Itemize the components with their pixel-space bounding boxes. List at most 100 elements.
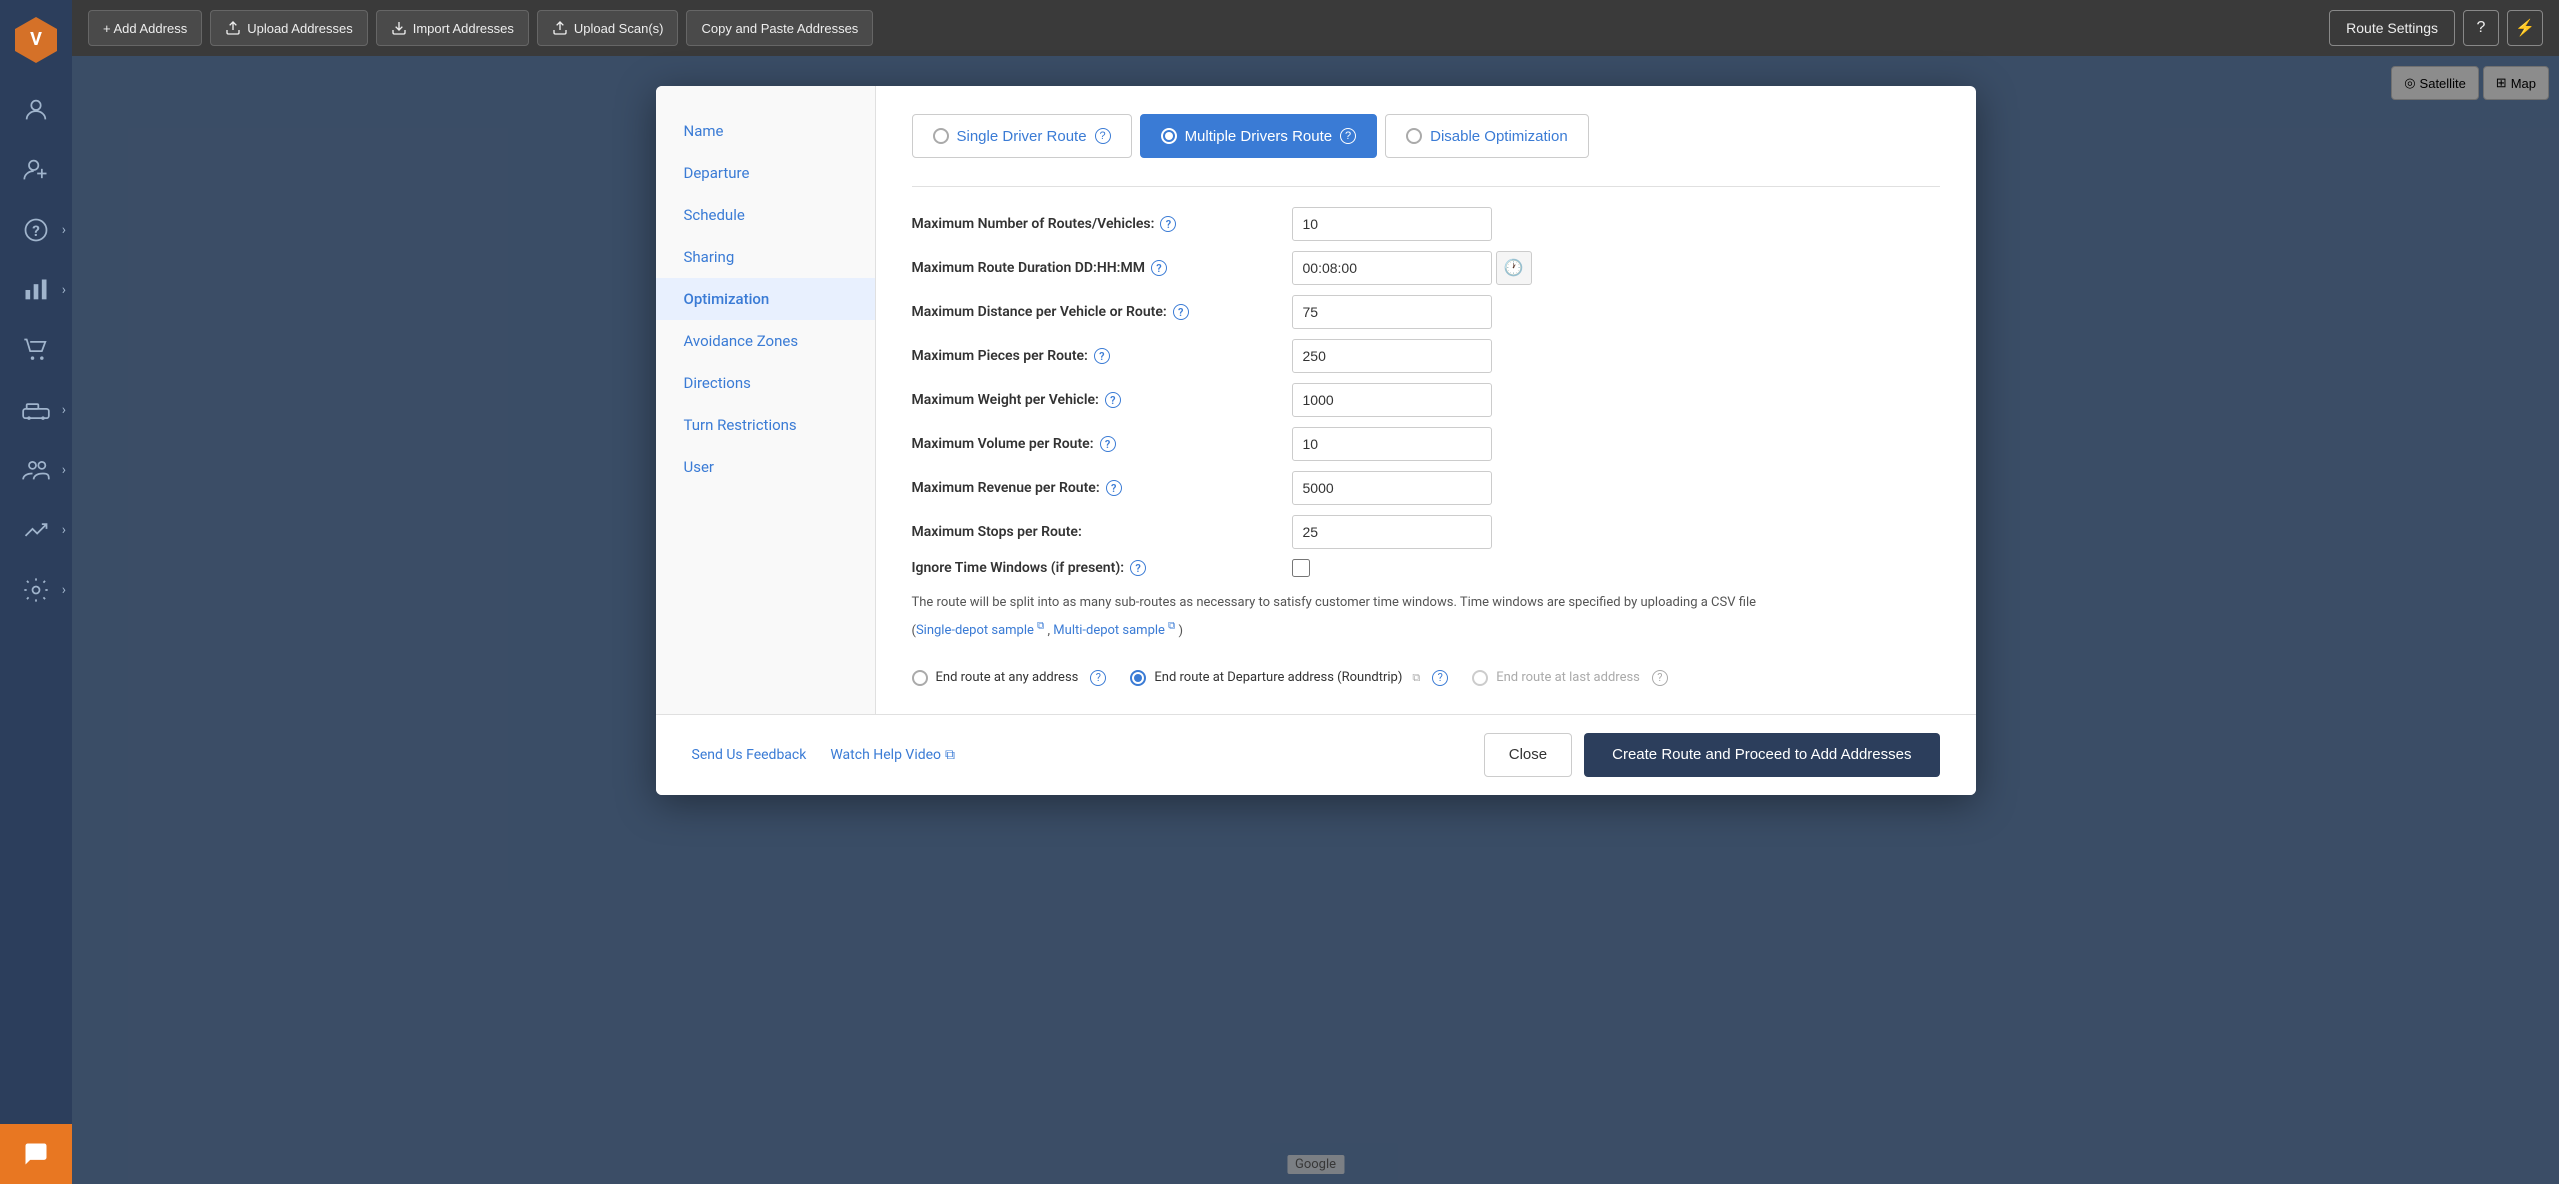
fleet-icon (22, 396, 50, 424)
sidebar-item-help[interactable]: ? (0, 200, 72, 260)
end-departure-label: End route at Departure address (Roundtri… (1154, 670, 1402, 685)
nav-item-optimization[interactable]: Optimization (656, 278, 875, 320)
end-last-label: End route at last address (1496, 670, 1640, 685)
ignore-time-windows-checkbox[interactable] (1292, 559, 1310, 577)
chat-icon (22, 1140, 50, 1168)
max-pieces-help-icon[interactable]: ? (1094, 348, 1110, 364)
max-routes-help-icon[interactable]: ? (1160, 216, 1176, 232)
sidebar-item-team[interactable] (0, 440, 72, 500)
nav-item-schedule[interactable]: Schedule (656, 194, 875, 236)
max-duration-field: Maximum Route Duration DD:HH:MM ? 🕐 (912, 251, 1940, 285)
ignore-time-windows-field: Ignore Time Windows (if present): ? (912, 559, 1940, 577)
nav-item-avoidance-zones[interactable]: Avoidance Zones (656, 320, 875, 362)
send-feedback-link[interactable]: Send Us Feedback (692, 747, 807, 763)
modal: Name Departure Schedule Sharing Optimiza… (656, 86, 1976, 795)
single-driver-radio (933, 128, 949, 144)
end-route-last-option: End route at last address ? (1472, 670, 1668, 686)
max-weight-field: Maximum Weight per Vehicle: ? (912, 383, 1940, 417)
nav-item-departure[interactable]: Departure (656, 152, 875, 194)
sidebar-bottom (0, 1124, 72, 1184)
upload-scans-button[interactable]: Upload Scan(s) (537, 10, 679, 46)
sidebar-item-analytics[interactable] (0, 260, 72, 320)
footer-links: Send Us Feedback Watch Help Video ⧉ (692, 747, 956, 763)
max-volume-help-icon[interactable]: ? (1100, 436, 1116, 452)
logo[interactable]: V (0, 0, 72, 80)
max-stops-field: Maximum Stops per Route: (912, 515, 1940, 549)
upload-addresses-button[interactable]: Upload Addresses (210, 10, 368, 46)
end-last-help-icon[interactable]: ? (1652, 670, 1668, 686)
route-settings-button[interactable]: Route Settings (2329, 10, 2455, 46)
disable-optimization-tab[interactable]: Disable Optimization (1385, 114, 1589, 158)
clock-button[interactable]: 🕐 (1496, 251, 1532, 285)
max-volume-input[interactable] (1292, 427, 1492, 461)
max-distance-input[interactable] (1292, 295, 1492, 329)
ignore-time-help-icon[interactable]: ? (1130, 560, 1146, 576)
max-revenue-help-icon[interactable]: ? (1106, 480, 1122, 496)
nav-item-turn-restrictions[interactable]: Turn Restrictions (656, 404, 875, 446)
team-icon (22, 456, 50, 484)
end-last-radio (1472, 670, 1488, 686)
end-departure-help-icon[interactable]: ? (1432, 670, 1448, 686)
max-stops-input[interactable] (1292, 515, 1492, 549)
max-routes-input[interactable] (1292, 207, 1492, 241)
create-route-button[interactable]: Create Route and Proceed to Add Addresse… (1584, 733, 1939, 777)
max-duration-input[interactable] (1292, 251, 1492, 285)
nav-item-user[interactable]: User (656, 446, 875, 488)
end-route-departure-option[interactable]: End route at Departure address (Roundtri… (1130, 670, 1448, 686)
max-duration-help-icon[interactable]: ? (1151, 260, 1167, 276)
import-icon (391, 20, 407, 36)
multiple-drivers-tab[interactable]: Multiple Drivers Route ? (1140, 114, 1378, 158)
import-addresses-button[interactable]: Import Addresses (376, 10, 529, 46)
nav-item-directions[interactable]: Directions (656, 362, 875, 404)
max-pieces-input[interactable] (1292, 339, 1492, 373)
max-weight-input[interactable] (1292, 383, 1492, 417)
end-route-section: End route at any address ? End route at … (912, 670, 1940, 686)
max-revenue-input[interactable] (1292, 471, 1492, 505)
add-address-button[interactable]: + Add Address (88, 10, 202, 46)
multi-depot-link[interactable]: Multi-depot sample ⧉ (1053, 623, 1175, 638)
info-text: The route will be split into as many sub… (912, 593, 1940, 613)
lightning-button[interactable]: ⚡ (2507, 10, 2543, 46)
close-button[interactable]: Close (1484, 733, 1572, 777)
sidebar: V ? (0, 0, 72, 1184)
svg-text:V: V (30, 29, 42, 50)
nav-item-name[interactable]: Name (656, 110, 875, 152)
copy-paste-button[interactable]: Copy and Paste Addresses (686, 10, 873, 46)
watch-video-link[interactable]: Watch Help Video ⧉ (830, 747, 955, 763)
form-divider (912, 186, 1940, 187)
end-any-label: End route at any address (936, 670, 1079, 685)
help-icon: ? (22, 216, 50, 244)
add-user-icon (22, 156, 50, 184)
roundtrip-icon: ⧉ (1412, 671, 1420, 685)
multiple-drivers-radio (1161, 128, 1177, 144)
app-logo-icon: V (13, 15, 59, 65)
end-departure-radio (1130, 670, 1146, 686)
sidebar-item-growth[interactable] (0, 500, 72, 560)
sidebar-item-user[interactable] (0, 80, 72, 140)
upload-icon (225, 20, 241, 36)
sidebar-item-add-user[interactable] (0, 140, 72, 200)
max-distance-help-icon[interactable]: ? (1173, 304, 1189, 320)
end-route-any-option[interactable]: End route at any address ? (912, 670, 1107, 686)
nav-item-sharing[interactable]: Sharing (656, 236, 875, 278)
end-any-help-icon[interactable]: ? (1090, 670, 1106, 686)
max-revenue-field: Maximum Revenue per Route: ? (912, 471, 1940, 505)
sidebar-item-settings[interactable] (0, 560, 72, 620)
single-depot-link-icon: ⧉ (1037, 621, 1044, 632)
multi-depot-link-icon: ⧉ (1168, 621, 1175, 632)
sidebar-item-cart[interactable] (0, 320, 72, 380)
sidebar-item-fleet[interactable] (0, 380, 72, 440)
single-driver-help-icon[interactable]: ? (1095, 128, 1111, 144)
footer-actions: Close Create Route and Proceed to Add Ad… (1484, 733, 1940, 777)
scan-upload-icon (552, 20, 568, 36)
single-driver-tab[interactable]: Single Driver Route ? (912, 114, 1132, 158)
chat-button[interactable] (0, 1124, 72, 1184)
growth-icon (22, 516, 50, 544)
topbar-right: Route Settings ? ⚡ (2329, 10, 2543, 46)
max-weight-help-icon[interactable]: ? (1105, 392, 1121, 408)
single-depot-link[interactable]: Single-depot sample ⧉ (916, 623, 1044, 638)
cart-icon (22, 336, 50, 364)
multiple-drivers-help-icon[interactable]: ? (1340, 128, 1356, 144)
help-circle-button[interactable]: ? (2463, 10, 2499, 46)
max-distance-field: Maximum Distance per Vehicle or Route: ? (912, 295, 1940, 329)
